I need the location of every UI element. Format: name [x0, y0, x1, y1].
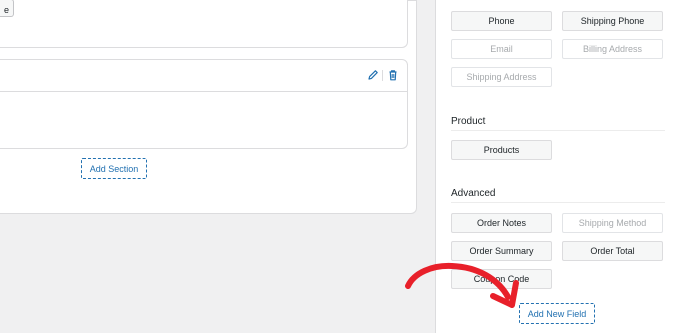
field-button-order-notes[interactable]: Order Notes — [451, 213, 552, 233]
section-title-advanced: Advanced — [451, 188, 496, 199]
fields-sidebar: Phone Shipping Phone Email Billing Addre… — [435, 0, 680, 333]
section-divider — [451, 130, 665, 131]
form-section-card — [0, 59, 408, 149]
section-action-button[interactable]: e — [0, 0, 14, 17]
field-button-shipping-phone[interactable]: Shipping Phone — [562, 11, 663, 31]
field-button-order-summary[interactable]: Order Summary — [451, 241, 552, 261]
field-button-coupon-code[interactable]: Coupon Code — [451, 269, 552, 289]
field-button-products[interactable]: Products — [451, 140, 552, 160]
section-header — [0, 60, 407, 92]
field-button-email[interactable]: Email — [451, 39, 552, 59]
add-section-button[interactable]: Add Section — [81, 158, 147, 179]
form-section-card: e — [0, 0, 408, 48]
section-title-product: Product — [451, 116, 486, 127]
icon-divider — [382, 70, 383, 81]
add-new-field-button[interactable]: Add New Field — [519, 303, 595, 324]
form-builder-canvas: e Add Section — [0, 0, 417, 214]
pencil-icon[interactable] — [366, 68, 380, 82]
field-button-shipping-address[interactable]: Shipping Address — [451, 67, 552, 87]
section-divider — [451, 202, 665, 203]
field-button-shipping-method[interactable]: Shipping Method — [562, 213, 663, 233]
trash-icon[interactable] — [386, 68, 400, 82]
field-button-order-total[interactable]: Order Total — [562, 241, 663, 261]
field-button-phone[interactable]: Phone — [451, 11, 552, 31]
field-button-billing-address[interactable]: Billing Address — [562, 39, 663, 59]
